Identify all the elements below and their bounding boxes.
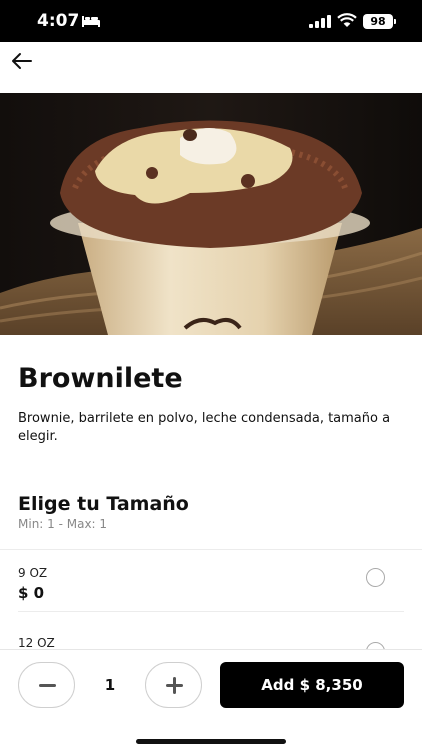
back-button[interactable] [8,48,36,74]
back-arrow-icon [12,53,32,69]
product-image [0,93,422,335]
quantity-value: 1 [104,676,116,694]
size-section-limits: Min: 1 - Max: 1 [18,517,108,531]
increase-quantity-button[interactable] [145,662,202,708]
option-name: 12 OZ [18,636,55,650]
battery-tip [394,19,396,24]
battery-indicator: 98 [363,14,393,29]
product-title: Brownilete [18,363,183,394]
minus-icon [39,684,56,687]
signal-icon [309,15,331,28]
status-time: 4:07 [37,11,80,31]
section-divider [0,549,422,550]
add-to-cart-button[interactable]: Add $ 8,350 [220,662,404,708]
size-option-9oz[interactable]: 9 OZ $ 0 [0,566,422,626]
wifi-icon [337,13,357,27]
bed-icon [82,16,100,27]
status-bar: 4:07 98 [0,0,422,42]
option-price: $ 0 [18,584,45,602]
size-section-title: Elige tu Tamaño [18,493,189,515]
bottom-action-bar: 1 Add $ 8,350 [0,649,422,750]
option-name: 9 OZ [18,566,48,580]
option-divider [18,611,404,612]
decrease-quantity-button[interactable] [18,662,75,708]
home-indicator [136,739,286,744]
radio-button[interactable] [366,568,385,587]
plus-icon [166,677,183,694]
product-description: Brownie, barrilete en polvo, leche conde… [18,411,391,444]
